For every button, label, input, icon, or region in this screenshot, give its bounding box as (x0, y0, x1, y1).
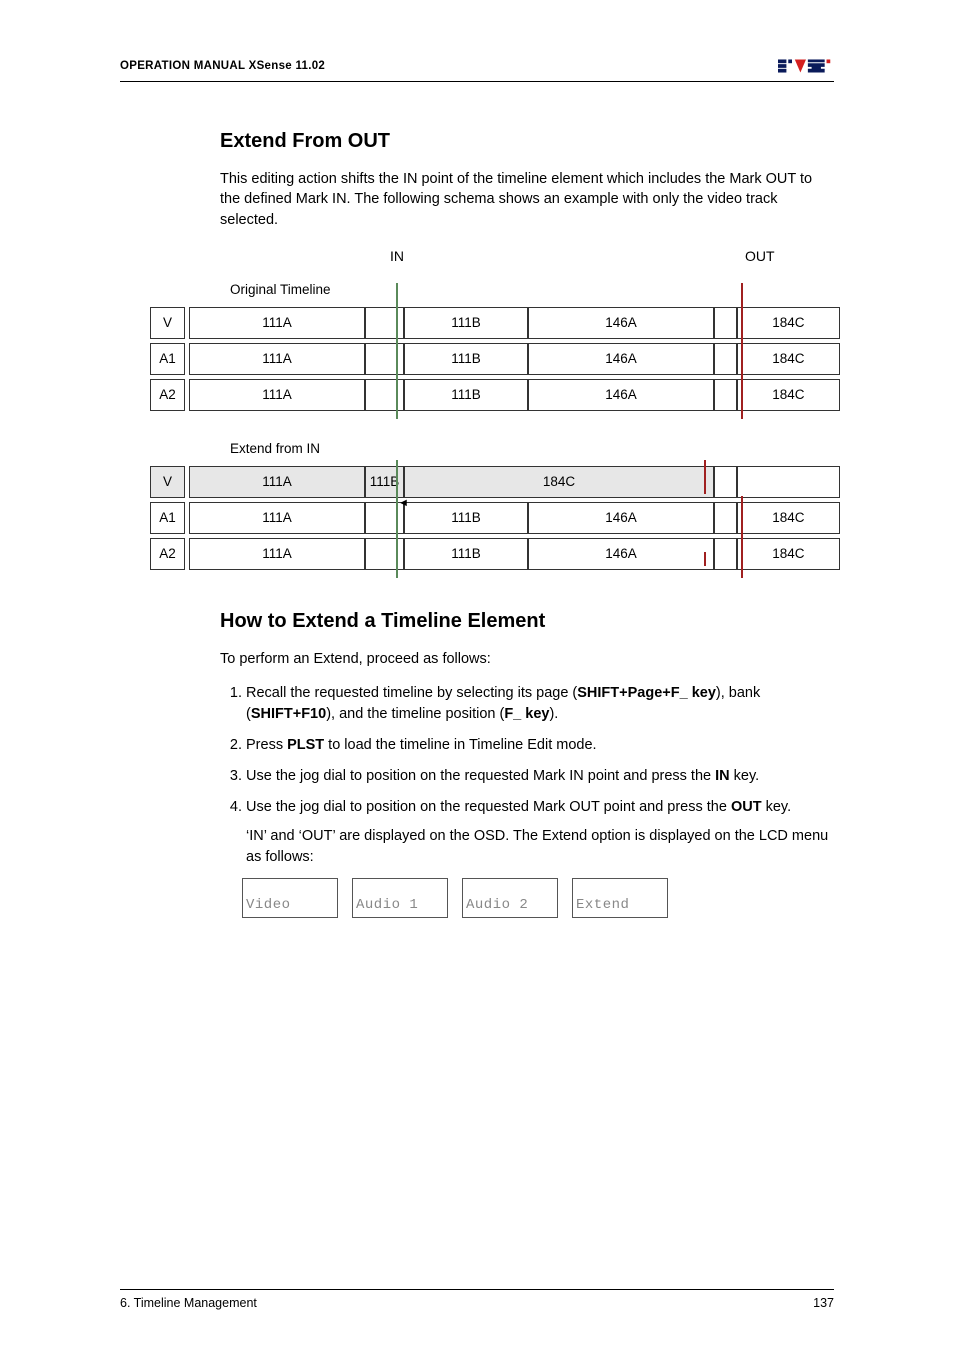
cell: 111A (189, 307, 365, 339)
cell: 184C (737, 343, 840, 375)
step-4: Use the jog dial to position on the requ… (246, 797, 834, 918)
footer-left: 6. Timeline Management (120, 1296, 257, 1310)
cell: 111B (404, 343, 528, 375)
timeline-diagram: IN OUT Original Timeline V 111A 111B (120, 248, 834, 570)
lcd-audio-1: Audio 1 (352, 878, 448, 918)
track-a1: A1 (150, 502, 185, 534)
header-left: OPERATION MANUAL XSense 11.02 (120, 60, 325, 72)
lcd-menu: Video Audio 1 Audio 2 Extend (242, 878, 834, 918)
out-marker-line-ext-top (704, 460, 706, 494)
evs-logo (778, 55, 834, 77)
in-marker-label: IN (390, 248, 404, 264)
lcd-extend: Extend (572, 878, 668, 918)
section-2-title: How to Extend a Timeline Element (220, 610, 834, 633)
in-marker-line-2 (396, 460, 398, 578)
step-1: Recall the requested timeline by selecti… (246, 683, 834, 725)
track-a2: A2 (150, 379, 185, 411)
track-a1: A1 (150, 343, 185, 375)
cell: 111B (404, 307, 528, 339)
cell: 146A (528, 538, 714, 570)
section-1-title: Extend From OUT (220, 130, 834, 153)
extend-timeline-table: V 111A 111B 184C A1 111A (150, 466, 840, 570)
cell: 111A (189, 379, 365, 411)
out-marker-line-2 (741, 496, 743, 578)
track-v: V (150, 307, 185, 339)
lcd-video: Video (242, 878, 338, 918)
cell: 111B (404, 538, 528, 570)
out-marker-line-ext-bottom (704, 552, 706, 566)
page-header: OPERATION MANUAL XSense 11.02 (120, 55, 834, 82)
out-marker-label: OUT (745, 248, 775, 264)
cell: 184C (737, 307, 840, 339)
cell: 111A (189, 343, 365, 375)
section-2-para: To perform an Extend, proceed as follows… (220, 649, 834, 669)
cell: 111B (365, 466, 404, 498)
extend-from-in-label: Extend from IN (150, 441, 840, 456)
step-3: Use the jog dial to position on the requ… (246, 766, 834, 787)
cell: 111A (189, 538, 365, 570)
cell: 184C (404, 466, 714, 498)
track-v: V (150, 466, 185, 498)
cell: 184C (737, 502, 840, 534)
cell: 111A (189, 502, 365, 534)
out-marker-line (741, 283, 743, 419)
footer-page-number: 137 (813, 1296, 834, 1310)
arrow-left-icon: ◄ (398, 497, 409, 509)
cell: 111B (404, 502, 528, 534)
cell: 111A (189, 466, 365, 498)
cell: 146A (528, 307, 714, 339)
original-timeline-table: V 111A 111B 146A 184C A1 (150, 307, 840, 411)
original-timeline-label: Original Timeline (150, 282, 840, 297)
steps-list: Recall the requested timeline by selecti… (220, 683, 834, 918)
cell: 111B (404, 379, 528, 411)
cell: 146A (528, 343, 714, 375)
cell: 146A (528, 379, 714, 411)
section-1-para: This editing action shifts the IN point … (220, 169, 834, 230)
step-4-sub: ‘IN’ and ‘OUT’ are displayed on the OSD.… (246, 826, 834, 868)
cell: 146A (528, 502, 714, 534)
step-2: Press PLST to load the timeline in Timel… (246, 735, 834, 756)
cell: 184C (737, 538, 840, 570)
lcd-audio-2: Audio 2 (462, 878, 558, 918)
cell: 184C (737, 379, 840, 411)
track-a2: A2 (150, 538, 185, 570)
in-marker-line (396, 283, 398, 419)
page-footer: 6. Timeline Management 137 (120, 1289, 834, 1310)
